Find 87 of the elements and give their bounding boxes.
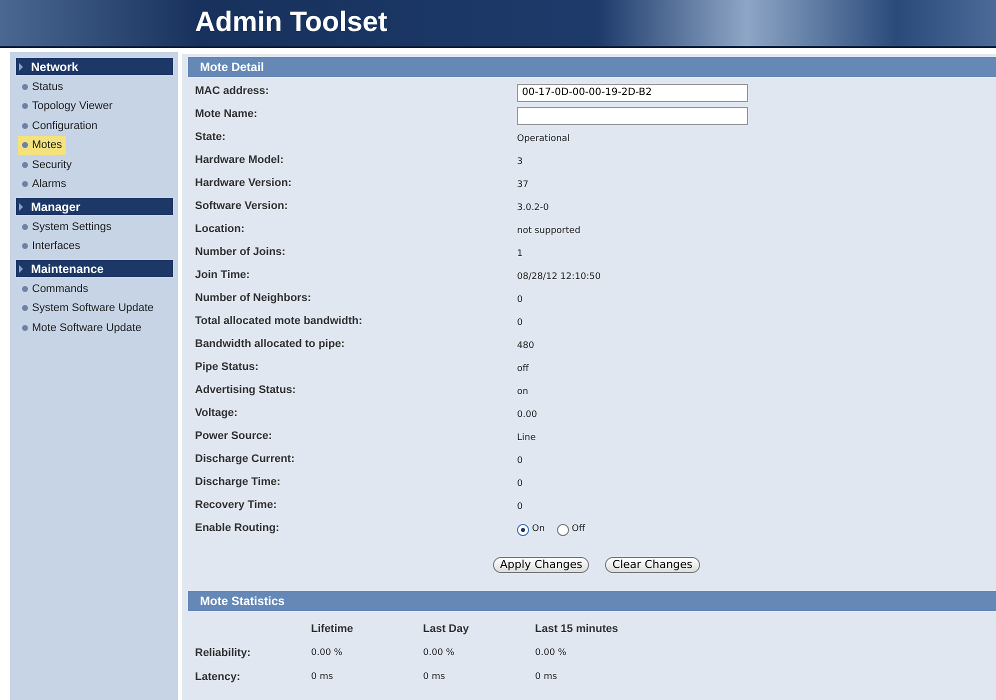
field-value: 0 [517, 479, 523, 489]
triangle-icon [19, 62, 23, 70]
field-value: 37 [517, 180, 528, 190]
field-label: Enable Routing: [195, 521, 280, 536]
field-label: MAC address: [195, 84, 270, 99]
nav-item[interactable]: Security [18, 155, 76, 174]
field-label: Recovery Time: [195, 498, 278, 513]
field-label: State: [195, 130, 227, 145]
bullet-icon [22, 181, 28, 188]
table-cell: 0 ms [311, 672, 334, 682]
column-header: Last Day [423, 622, 470, 637]
bullet-icon [22, 324, 28, 331]
radio-label: Off [572, 523, 586, 536]
column-header: Lifetime [311, 622, 354, 637]
field-label: Discharge Current: [195, 452, 296, 467]
nav-section-header[interactable]: Network [16, 58, 173, 75]
bullet-icon [22, 84, 28, 90]
nav-item[interactable]: Configuration [18, 116, 102, 136]
nav-section-header[interactable]: Manager [16, 198, 173, 215]
triangle-icon [19, 202, 23, 210]
bullet-icon [22, 305, 28, 312]
field-label: Power Source: [195, 429, 274, 444]
field-value: off [517, 364, 529, 374]
field-value: 3.0.2-0 [517, 203, 549, 213]
text-field[interactable] [517, 106, 748, 124]
table-cell: 0.00 % [423, 648, 454, 658]
field-value: 480 [517, 341, 534, 351]
nav-item[interactable]: Motes [18, 136, 66, 155]
bullet-icon [22, 142, 28, 148]
field-value: 08/28/12 12:10:50 [517, 272, 601, 282]
nav-item[interactable]: Interfaces [18, 236, 84, 256]
field-value: 0.00 [517, 410, 538, 420]
nav-item[interactable]: System Software Update [18, 298, 158, 318]
table-cell: 0.00 % [311, 648, 342, 658]
field-label: Hardware Version: [195, 176, 293, 191]
field-label: Number of Joins: [195, 245, 286, 260]
text-field[interactable]: 00-17-0D-00-00-19-2D-B2 [517, 84, 748, 102]
field-value: not supported [517, 226, 580, 236]
nav-item[interactable]: Topology Viewer [18, 96, 117, 116]
row-label: Latency: [195, 670, 242, 685]
bullet-icon [22, 286, 28, 292]
field-value: Operational [517, 134, 570, 144]
bullet-icon [22, 122, 28, 129]
nav-item[interactable]: Alarms [18, 174, 70, 194]
field-label: Software Version: [195, 199, 289, 214]
radio-button[interactable] [556, 524, 569, 536]
field-label: Voltage: [195, 406, 239, 421]
field-value: 0 [517, 318, 523, 328]
bullet-icon [22, 224, 28, 230]
field-value: 1 [517, 249, 523, 259]
field-label: Total allocated mote bandwidth: [195, 314, 364, 329]
radio-label: On [532, 523, 545, 536]
nav-section-header[interactable]: Maintenance [16, 260, 173, 277]
field-label: Join Time: [195, 268, 251, 283]
nav-item[interactable]: Commands [18, 279, 92, 298]
section-header: Mote Detail [188, 57, 996, 77]
nav-item[interactable]: Mote Software Update [18, 318, 146, 338]
field-label: Number of Neighbors: [195, 291, 312, 306]
field-label: Bandwidth allocated to pipe: [195, 337, 346, 352]
field-value: 0 [517, 502, 523, 512]
field-value: 3 [517, 157, 523, 167]
bullet-icon [22, 162, 28, 168]
radio-button[interactable] [517, 524, 529, 536]
field-label: Location: [195, 222, 246, 237]
table-cell: 0 ms [423, 672, 446, 682]
nav-item[interactable]: Status [18, 77, 68, 96]
nav-item[interactable]: System Settings [18, 217, 116, 236]
field-label: Advertising Status: [195, 383, 297, 398]
table-cell: 0.00 % [535, 648, 566, 658]
field-label: Discharge Time: [195, 475, 282, 490]
triangle-icon [19, 264, 23, 272]
row-label: Reliability: [195, 646, 252, 661]
field-value: 0 [517, 456, 523, 466]
field-label: Hardware Model: [195, 153, 285, 168]
column-header: Last 15 minutes [535, 622, 620, 637]
table-cell: 0 ms [535, 672, 558, 682]
app-title: Admin Toolset [194, 5, 388, 39]
field-label: Mote Name: [195, 107, 258, 122]
action-button[interactable]: Clear Changes [605, 557, 700, 573]
bullet-icon [22, 243, 28, 250]
section-header: Mote Statistics [188, 591, 996, 611]
field-label: Pipe Status: [195, 360, 260, 375]
bullet-icon [22, 103, 28, 110]
action-button[interactable]: Apply Changes [493, 557, 590, 573]
field-value: Line [517, 433, 536, 443]
field-value: 0 [517, 295, 523, 305]
field-value: on [517, 387, 528, 397]
